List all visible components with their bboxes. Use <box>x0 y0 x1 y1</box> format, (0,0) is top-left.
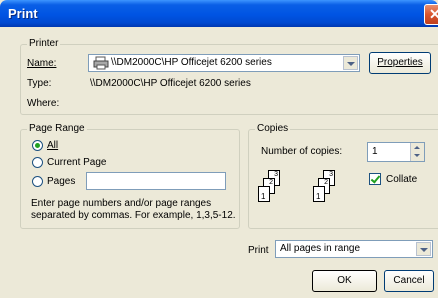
page-range-hint-2: separated by commas. For example, 1,3,5-… <box>31 210 236 221</box>
chevron-down-icon[interactable] <box>416 242 431 256</box>
page-icon: 1 <box>313 186 325 202</box>
page-range-hint-1: Enter page numbers and/or page ranges <box>31 198 212 209</box>
copies-stepper[interactable]: 1 <box>367 142 425 162</box>
window-title: Print <box>8 6 38 21</box>
name-label: Name: <box>27 58 57 69</box>
copies-spinner[interactable] <box>410 143 424 161</box>
spin-up-icon <box>414 146 420 149</box>
close-button[interactable]: ✕ <box>424 4 438 25</box>
chevron-down-icon[interactable] <box>343 56 358 70</box>
ok-button[interactable]: OK <box>312 270 377 292</box>
properties-button[interactable]: Properties <box>369 52 431 74</box>
close-icon: ✕ <box>429 6 438 22</box>
printer-name-select[interactable]: \\DM2000C\HP Officejet 6200 series <box>88 54 360 72</box>
number-of-copies-label: Number of copies: <box>261 146 343 157</box>
radio-all-label: All <box>47 140 59 151</box>
print-label: Print <box>248 245 269 256</box>
printer-name-value: \\DM2000C\HP Officejet 6200 series <box>111 57 272 68</box>
print-range-select[interactable]: All pages in range <box>275 240 433 258</box>
page-icon: 1 <box>258 186 270 202</box>
printer-group-label: Printer <box>27 38 61 50</box>
radio-current-page-label: Current Page <box>47 157 107 168</box>
print-dialog: Print ✕ Printer Name: \\DM2000C\HP Offic… <box>0 0 438 298</box>
radio-pages-label: Pages <box>47 176 76 187</box>
where-label: Where: <box>27 98 60 109</box>
printer-icon <box>93 56 109 70</box>
type-value: \\DM2000C\HP Officejet 6200 series <box>90 78 251 89</box>
collate-checkbox[interactable] <box>369 173 381 185</box>
copies-value: 1 <box>372 146 378 157</box>
spin-down-icon <box>414 154 420 157</box>
radio-all[interactable] <box>32 140 43 151</box>
page-range-group-label: Page Range <box>27 123 87 135</box>
radio-pages[interactable] <box>32 176 43 187</box>
collate-label: Collate <box>386 174 418 185</box>
copies-group-label: Copies <box>255 123 291 135</box>
print-range-value: All pages in range <box>280 243 361 254</box>
title-bar: Print ✕ <box>0 0 438 27</box>
pages-input[interactable] <box>86 172 226 190</box>
cancel-button[interactable]: Cancel <box>384 270 434 292</box>
type-label: Type: <box>27 78 52 89</box>
radio-current-page[interactable] <box>32 157 43 168</box>
